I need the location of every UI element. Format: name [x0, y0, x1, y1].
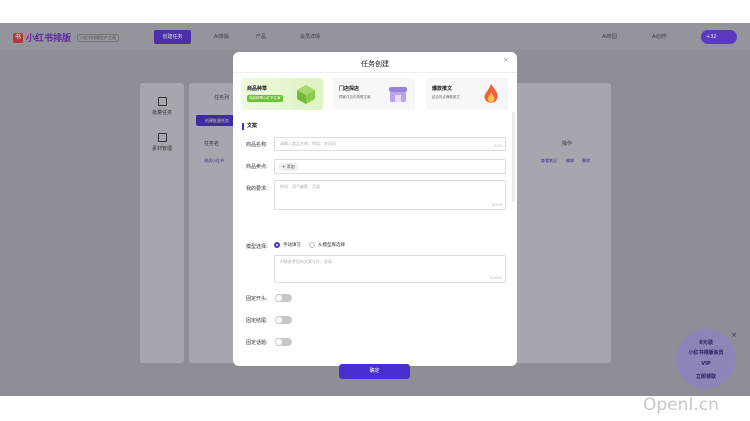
- background-sidebar: 批量任务 素材管理: [140, 83, 184, 363]
- watermark: OpenI.cn: [643, 395, 719, 415]
- nav-ai-create[interactable]: AI创作: [652, 33, 667, 40]
- modal-title: 任务创建: [361, 60, 389, 68]
- nav-membership[interactable]: 会员详情: [300, 33, 320, 40]
- table-row-name: 测试小红书: [204, 158, 224, 163]
- radio-from-library[interactable]: 从模型库选择: [309, 242, 345, 248]
- nav-ai-layout[interactable]: AI排版: [214, 33, 229, 40]
- logo-text: 小红书排版: [26, 34, 72, 44]
- char-counter: 0/1000: [489, 276, 502, 280]
- store-icon: [389, 87, 407, 102]
- logo-tag: 小红书排版生产工具: [77, 33, 120, 42]
- logo[interactable]: 书 小红书排版 小红书排版生产工具: [13, 31, 120, 44]
- section-copywriting: 文案: [242, 123, 257, 130]
- close-icon[interactable]: ×: [503, 56, 509, 64]
- card-title: 爆款推文: [432, 86, 453, 92]
- table-header-name: 任务名: [204, 141, 220, 147]
- confirm-button[interactable]: 确定: [339, 364, 410, 379]
- fixed-tags-label: 固定话题:: [246, 340, 268, 346]
- nav-product[interactable]: 产品: [256, 33, 266, 40]
- radio-unchecked-icon: [309, 242, 315, 248]
- card-title: 门店探店: [339, 86, 360, 92]
- create-task-nav-button[interactable]: 创建任务: [154, 30, 191, 44]
- card-subtitle: 结合热点爆款推文: [432, 95, 460, 99]
- card-subtitle: 商品种草小红书文案: [247, 95, 283, 102]
- product-name-label: 商品名称:: [246, 142, 268, 148]
- create-batch-task-button[interactable]: 创建批量任务: [196, 115, 238, 126]
- close-icon[interactable]: ×: [731, 331, 737, 339]
- promo-line: 立即领取: [695, 374, 716, 380]
- promo-line: VIP: [701, 361, 711, 367]
- table-header-actions: 操作: [562, 141, 573, 147]
- selling-points-field: + 添加: [274, 159, 506, 174]
- modal-scrollbar[interactable]: [512, 112, 515, 202]
- requirement-textarea[interactable]: 例如：语气幽默、活泼 0/200: [274, 180, 506, 210]
- delete-link[interactable]: 删除: [582, 158, 590, 164]
- divider: [233, 72, 517, 73]
- card-product-seeding[interactable]: 商品种草 商品种草小红书文案: [241, 78, 323, 110]
- radio-checked-icon: [274, 242, 280, 248]
- radio-label: 手动填写: [283, 243, 301, 248]
- promo-line: 0元领: [699, 340, 713, 346]
- folder-icon: [157, 133, 167, 142]
- model-textarea[interactable]: AI将参考您的文案写作，选填 0/1000: [274, 255, 506, 283]
- fixed-start-label: 固定开头:: [246, 296, 268, 302]
- model-radio-group: 手动填写 从模型库选择: [274, 242, 345, 248]
- task-create-modal: 任务创建 × 商品种草 商品种草小红书文案 门店探店 顾客在店内拍照文案 爆款推…: [233, 52, 517, 379]
- add-selling-point-button[interactable]: + 添加: [279, 163, 298, 171]
- char-counter: 0/20: [494, 144, 502, 148]
- edit-link[interactable]: 编辑: [566, 158, 574, 164]
- document-icon: [157, 97, 167, 106]
- fixed-tags-toggle[interactable]: [275, 338, 292, 346]
- nav-ai-campus[interactable]: AI校园: [602, 33, 617, 40]
- char-counter: 0/200: [491, 203, 502, 207]
- selling-points-label: 商品卖点:: [246, 164, 268, 170]
- green-box-icon: [297, 85, 315, 104]
- requirement-label: 我的要求:: [246, 186, 268, 192]
- background-tab[interactable]: 任务列: [214, 94, 229, 101]
- model-select-label: 模型选择:: [246, 244, 268, 250]
- promo-badge[interactable]: 0元领 小红书排版会员 VIP 立即领取: [676, 329, 736, 389]
- promo-line: 小红书排版会员: [688, 350, 724, 356]
- model-placeholder: AI将参考您的文案写作，选填: [280, 259, 332, 264]
- sidebar-item-label: 素材管理: [151, 146, 172, 152]
- sidebar-item-label: 批量任务: [151, 110, 172, 116]
- radio-label: 从模型库选择: [318, 243, 345, 248]
- fixed-end-label: 固定结尾:: [246, 318, 268, 324]
- sidebar-item-materials[interactable]: 素材管理: [140, 133, 184, 152]
- sidebar-item-batch-task[interactable]: 批量任务: [140, 97, 184, 116]
- app-window: 书 小红书排版 小红书排版生产工具 创建任务 AI排版 产品 会员详情 AI校园…: [0, 23, 750, 396]
- card-title: 商品种草: [247, 86, 268, 92]
- view-notes-link[interactable]: 查看笔记: [541, 158, 557, 164]
- user-badge[interactable]: +32: [701, 30, 737, 44]
- fixed-end-toggle[interactable]: [275, 316, 292, 324]
- card-store-visit[interactable]: 门店探店 顾客在店内拍照文案: [333, 78, 415, 110]
- requirement-placeholder: 例如：语气幽默、活泼: [280, 184, 320, 189]
- radio-manual[interactable]: 手动填写: [274, 242, 301, 248]
- card-viral-post[interactable]: 爆款推文 结合热点爆款推文: [426, 78, 508, 110]
- top-bar: 书 小红书排版 小红书排版生产工具 创建任务 AI排版 产品 会员详情 AI校园…: [0, 23, 750, 50]
- product-name-input[interactable]: 请输入商品名称，例如：吃风机 0/20: [274, 137, 506, 151]
- flame-icon: [484, 84, 498, 103]
- logo-icon: 书: [13, 32, 23, 43]
- fixed-start-toggle[interactable]: [275, 294, 292, 302]
- card-subtitle: 顾客在店内拍照文案: [339, 95, 371, 99]
- product-name-placeholder: 请输入商品名称，例如：吃风机: [280, 141, 336, 146]
